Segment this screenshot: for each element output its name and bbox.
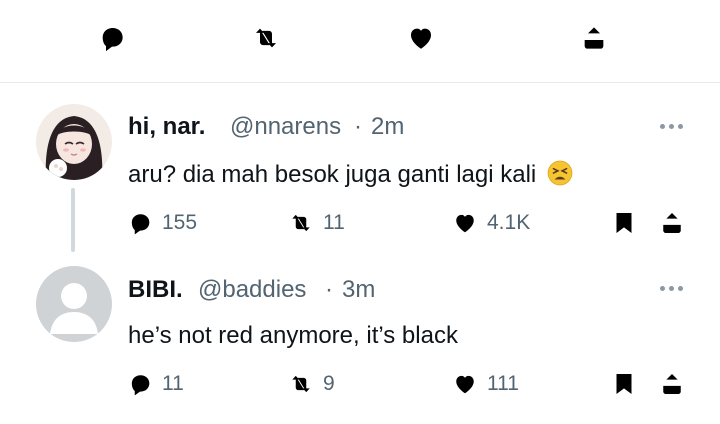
bookmark-icon[interactable]	[607, 367, 641, 401]
reply-count: 155	[162, 211, 198, 234]
like-icon	[451, 370, 479, 398]
reply-icon	[126, 209, 154, 237]
more-options-icon[interactable]	[660, 282, 690, 294]
timestamp[interactable]: 2m	[371, 113, 404, 141]
bookmark-icon[interactable]	[607, 206, 641, 240]
handle[interactable]: @nnarens	[230, 113, 341, 141]
avatar[interactable]	[36, 266, 112, 342]
retweet-icon	[287, 209, 315, 237]
timestamp[interactable]: 3m	[342, 276, 375, 304]
display-name[interactable]: BIBI.	[128, 276, 183, 304]
like-count: 111	[487, 372, 519, 395]
separator-dot: ·	[325, 276, 333, 303]
tired-face-emoji-icon	[547, 160, 573, 186]
share-icon[interactable]	[576, 20, 612, 56]
retweet-count: 11	[323, 211, 345, 234]
like-button[interactable]: 111	[451, 370, 519, 398]
retweet-icon[interactable]	[248, 20, 284, 56]
like-count: 4.1K	[487, 211, 531, 234]
reply-tweet[interactable]: hi, nar. @nnarens · 2m aru? dia mah beso…	[0, 82, 720, 252]
reply-tweet[interactable]: BIBI. @baddies · 3m he’s not red anymore…	[0, 252, 720, 424]
separator-dot: ·	[354, 113, 362, 140]
reply-button[interactable]: 11	[126, 370, 184, 398]
retweet-button[interactable]: 11	[287, 209, 345, 237]
like-button[interactable]: 4.1K	[451, 209, 530, 237]
thread-connector-line	[71, 188, 75, 252]
display-name[interactable]: hi, nar.	[128, 113, 205, 141]
tweet-text-content: aru? dia mah besok juga ganti lagi kali	[128, 161, 537, 188]
tweet-text: he’s not red anymore, it’s black	[128, 322, 458, 350]
avatar[interactable]	[36, 104, 112, 180]
main-tweet-action-bar	[0, 0, 720, 83]
like-icon[interactable]	[403, 20, 439, 56]
retweet-icon	[287, 370, 315, 398]
like-icon	[451, 209, 479, 237]
retweet-button[interactable]: 9	[287, 370, 335, 398]
handle[interactable]: @baddies	[198, 276, 306, 304]
reply-button[interactable]: 155	[126, 209, 197, 237]
more-options-icon[interactable]	[660, 120, 690, 132]
retweet-count: 9	[323, 372, 335, 395]
reply-count: 11	[162, 372, 184, 395]
reply-icon[interactable]	[94, 20, 130, 56]
tweet-text: aru? dia mah besok juga ganti lagi kali	[128, 160, 573, 189]
share-icon[interactable]	[655, 367, 689, 401]
tweet-text-content: he’s not red anymore, it’s black	[128, 322, 458, 349]
reply-icon	[126, 370, 154, 398]
share-icon[interactable]	[655, 206, 689, 240]
